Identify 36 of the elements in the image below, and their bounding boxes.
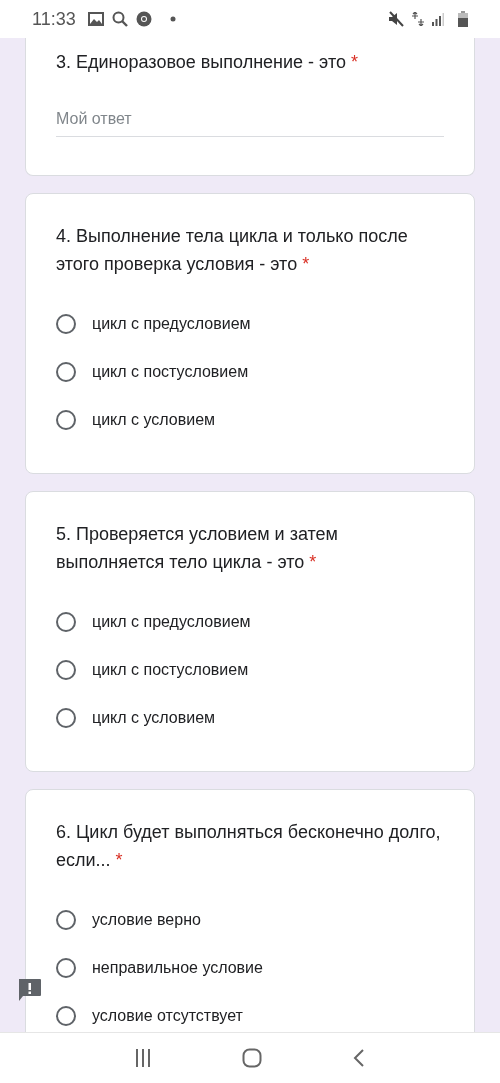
signal-icon [432, 12, 444, 26]
radio-button[interactable] [56, 410, 76, 430]
option-label[interactable]: цикл с постусловием [92, 363, 249, 381]
radio-button[interactable] [56, 314, 76, 334]
radio-button[interactable] [56, 612, 76, 632]
radio-button[interactable] [56, 660, 76, 680]
option-label[interactable]: условие верно [92, 911, 201, 929]
radio-button[interactable] [56, 362, 76, 382]
radio-button[interactable] [56, 1006, 76, 1026]
status-time: 11:33 [32, 8, 76, 30]
radio-button[interactable] [56, 708, 76, 728]
question-title: 3. Единоразовое выполнение - это * [56, 51, 359, 74]
answer-field[interactable]: Мой ответ [56, 110, 444, 137]
data-arrows-icon [412, 12, 424, 26]
option-label[interactable]: условие отсутствует [92, 1007, 243, 1025]
browser-icon [135, 11, 152, 27]
option-label[interactable]: цикл с предусловием [92, 315, 251, 333]
back-icon[interactable] [352, 1048, 365, 1068]
dot-icon [169, 16, 176, 22]
mute-icon [388, 11, 404, 27]
question-title: 4. Выполнение тела цикла и только после этого проверка условия - это * [56, 225, 409, 276]
home-icon[interactable] [242, 1048, 262, 1068]
search-icon [111, 11, 128, 27]
question-title: 6. Цикл будет выполняться бесконечно долго, если... * [56, 821, 442, 872]
radio-button[interactable] [56, 910, 76, 930]
option-label[interactable]: цикл с условием [92, 709, 216, 727]
option-label[interactable]: цикл с постусловием [92, 661, 249, 679]
option-label[interactable]: неправильное условие [92, 959, 263, 977]
feedback-icon[interactable] [17, 978, 42, 1003]
image-icon [87, 12, 104, 26]
recent-apps-icon[interactable] [135, 1049, 152, 1067]
battery-icon [458, 11, 468, 27]
option-label[interactable]: цикл с условием [92, 411, 216, 429]
question-title: 5. Проверяется условием и затем выполняется тело цикла - это * [56, 523, 339, 574]
option-label[interactable]: цикл с предусловием [92, 613, 251, 631]
radio-button[interactable] [56, 958, 76, 978]
